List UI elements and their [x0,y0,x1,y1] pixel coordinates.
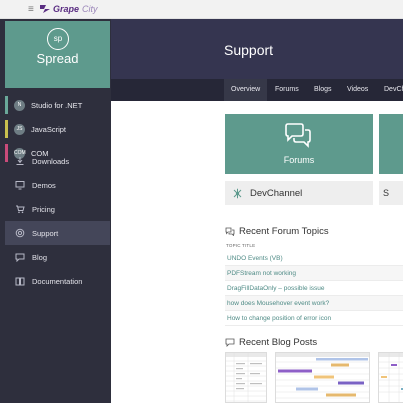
topic-link[interactable]: How to change position of error icon [225,311,403,326]
sidebar: sp Spread N Studio for .NET JS JavaScrip… [0,19,111,403]
blog-post-thumbnail[interactable] [378,352,403,403]
sidebar-item-label: Pricing [32,204,55,214]
grapecity-mark-icon [40,5,50,13]
page-header: Support [111,19,403,79]
chat-bubble-icon [15,253,25,262]
grapecity-wordmark-suffix: City [82,4,98,14]
tab-overview[interactable]: Overview [224,79,268,101]
sidebar-item-support[interactable]: Support [5,221,110,245]
forums-tile[interactable]: Forums [225,114,373,174]
second-tile[interactable] [379,114,403,174]
topic-list: UNDO Events (VB) PDFStream not working D… [225,251,403,326]
blog-thumbnails [225,352,403,403]
forum-section-title-text: Recent Forum Topics [239,226,329,237]
second-subtile[interactable]: S [379,181,403,205]
grapecity-wordmark: Grape [53,4,80,14]
sidebar-item-demos[interactable]: Demos [5,173,110,197]
spreadsheet-thumbnail-image [226,353,266,402]
topic-link[interactable]: PDFStream not working [225,266,403,281]
devchannel-tile[interactable]: DevChannel [225,181,373,205]
lifebuoy-icon [15,228,25,238]
sidebar-item-blog[interactable]: Blog [5,245,110,269]
grapecity-logo[interactable]: Grape City [40,3,98,15]
gantt-thumbnail-image [276,353,369,399]
top-bar: ≡ Grape City [0,0,403,19]
blog-section-icon [225,338,235,347]
tab-devchannel[interactable]: DevCh [377,79,403,101]
sidebar-item-downloads[interactable]: Downloads [5,149,110,173]
product-item-badge: N [14,99,25,111]
page-title: Support [224,42,274,58]
support-subtiles: DevChannel S [225,181,403,205]
devchannel-tile-label: DevChannel [250,187,303,199]
tab-forums[interactable]: Forums [268,79,306,101]
sidebar-item-label: Demos [32,180,56,190]
product-item-badge: JS [14,123,25,135]
sidebar-item-label: Documentation [32,276,83,286]
sidebar-item-documentation[interactable]: Documentation [5,269,110,293]
product-item-label: JavaScript [31,124,67,134]
sidebar-item-label: Downloads [32,156,70,166]
product-item-label: Studio for .NET [31,100,83,110]
blog-section-title-text: Recent Blog Posts [239,337,318,348]
cart-icon [16,205,25,214]
grid-thumbnail-image [379,353,403,402]
tab-bar: Overview Forums Blogs Videos DevCh [111,79,403,101]
monitor-icon [15,181,25,190]
sidebar-item-label: Support [32,228,59,238]
blog-post-thumbnail[interactable] [275,352,370,403]
product-item-javascript[interactable]: JS JavaScript [5,117,110,141]
devchannel-icon [233,188,242,198]
sidebar-item-label: Blog [32,252,48,262]
tab-blogs[interactable]: Blogs [307,79,339,101]
product-name: Spread [36,51,79,66]
second-subtile-label: S [383,188,390,198]
forums-tile-label: Forums [283,155,315,165]
topic-link[interactable]: DragFillDataOnly – possible issue [225,281,403,296]
book-icon [15,277,25,286]
sidebar-item-pricing[interactable]: Pricing [5,197,110,221]
menu-icon[interactable]: ≡ [28,4,34,15]
product-badge: sp [47,28,69,50]
product-item-studio-net[interactable]: N Studio for .NET [5,93,110,117]
topic-column-header: TOPIC TITLE [226,243,256,248]
sidebar-nav: Downloads Demos Pricing Support Blog Doc… [5,149,110,293]
product-brand[interactable]: sp Spread [5,21,110,88]
forum-section-title: Recent Forum Topics [225,226,329,237]
download-icon [16,157,24,165]
support-tiles: Forums [225,114,403,174]
topic-link[interactable]: UNDO Events (VB) [225,251,403,266]
tab-videos[interactable]: Videos [340,79,375,101]
blog-post-thumbnail[interactable] [225,352,267,403]
forum-section-icon [225,227,235,236]
blog-section-title: Recent Blog Posts [225,337,317,348]
forum-chat-icon [285,123,311,148]
topic-link[interactable]: how does Mousehover event work? [225,296,403,311]
